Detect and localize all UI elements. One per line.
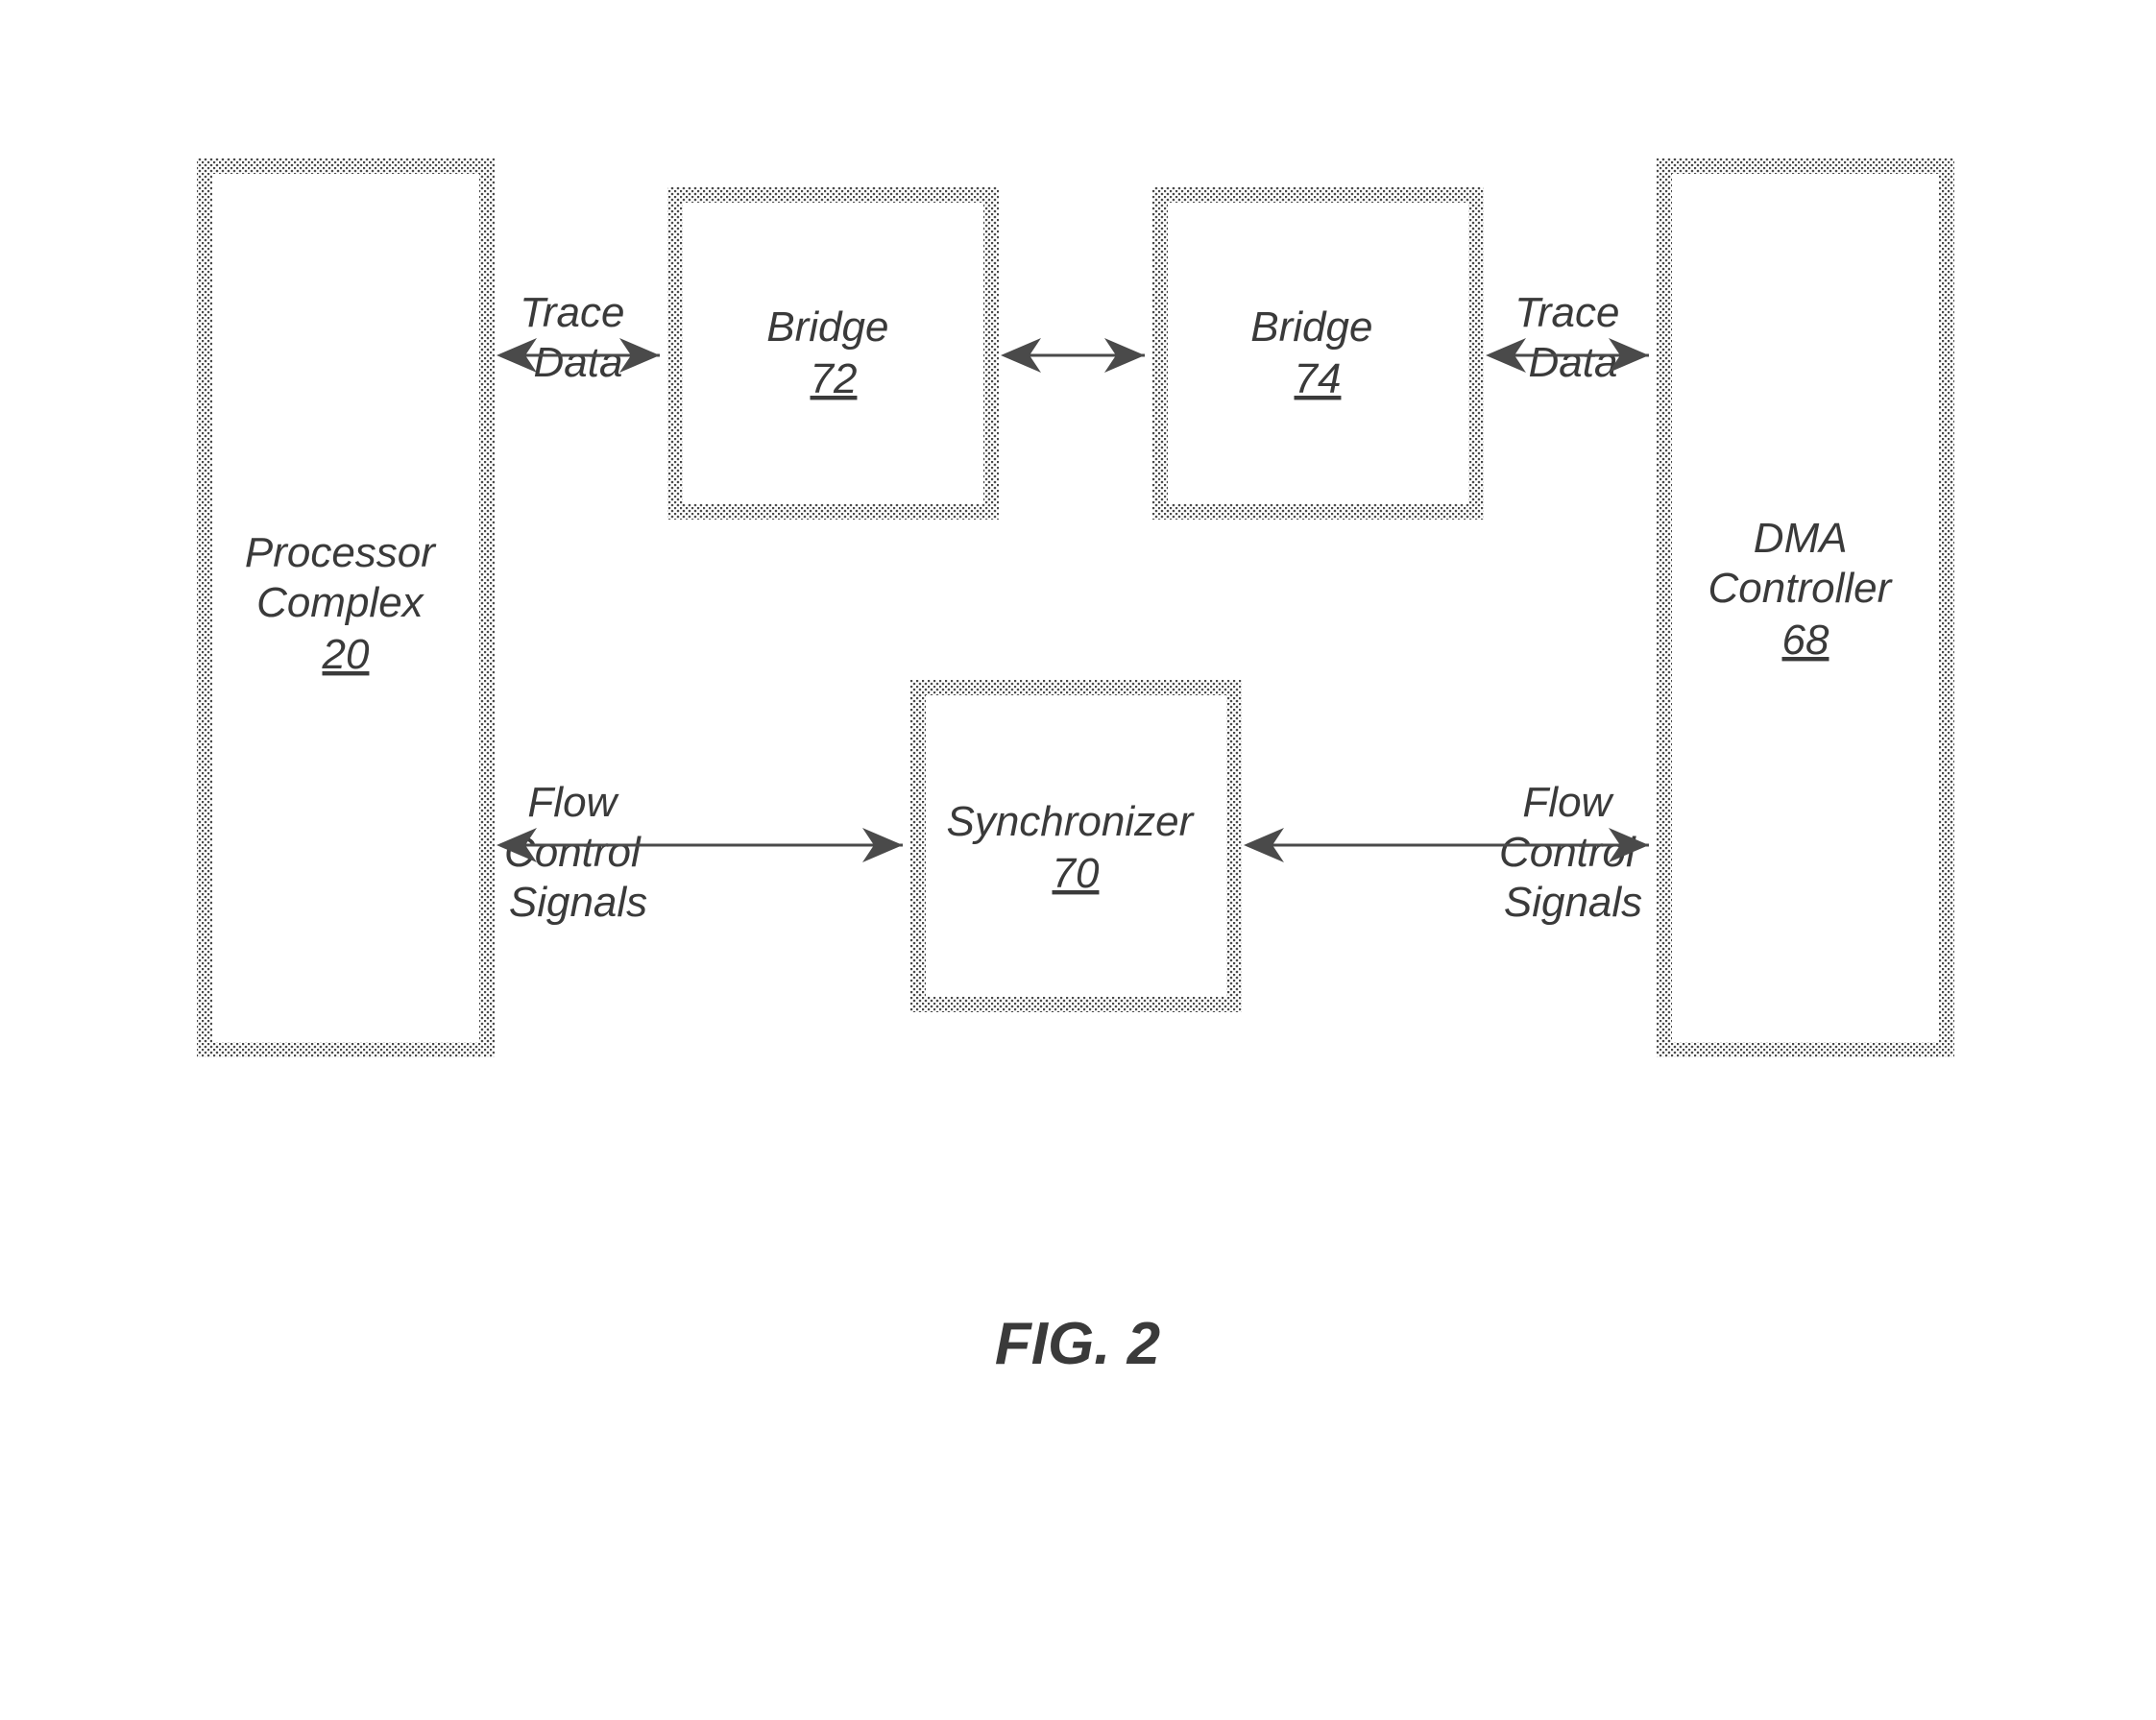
flow-control-right-label: Flow Control Signals bbox=[1499, 779, 1647, 926]
trace-data-right-label: Trace Data bbox=[1514, 289, 1631, 386]
dma-controller-block: DMA Controller 68 bbox=[1657, 158, 1954, 1057]
flow-control-left-label: Flow Control Signals bbox=[504, 779, 652, 926]
dma-controller-label: DMA Controller 68 bbox=[1708, 515, 1903, 664]
bridge-left-label: Bridge 72 bbox=[766, 303, 900, 402]
diagram-canvas: Processor Complex 20 DMA Controller 68 B… bbox=[0, 0, 2156, 1715]
processor-complex-block: Processor Complex 20 bbox=[197, 158, 495, 1057]
processor-complex-label: Processor Complex 20 bbox=[245, 529, 447, 678]
trace-data-left-label: Trace Data bbox=[520, 289, 636, 386]
figure-caption: FIG. 2 bbox=[995, 1311, 1160, 1377]
bridge-right-block: Bridge 74 bbox=[1152, 187, 1484, 520]
bridge-left-block: Bridge 72 bbox=[667, 187, 999, 520]
synchronizer-block: Synchronizer 70 bbox=[910, 680, 1242, 1012]
synchronizer-label: Synchronizer 70 bbox=[946, 798, 1204, 897]
bridge-right-label: Bridge 74 bbox=[1250, 303, 1384, 402]
